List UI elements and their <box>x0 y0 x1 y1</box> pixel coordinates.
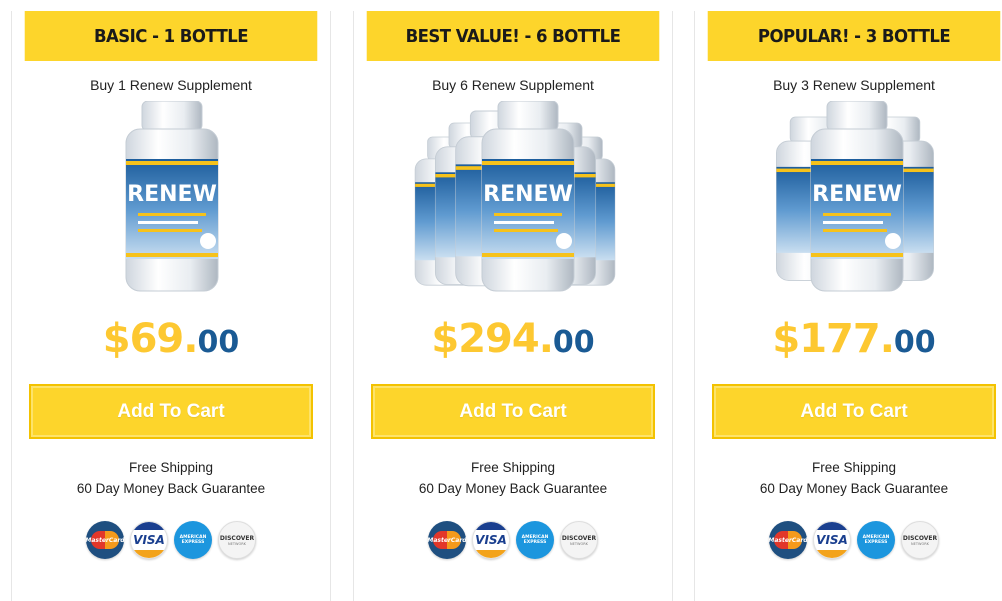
price-dollars: $177. <box>772 316 895 362</box>
visa-label: VISA <box>816 533 848 547</box>
mastercard-label: MasterCard <box>427 531 467 549</box>
shipping-info: Free Shipping 60 Day Money Back Guarante… <box>12 457 330 499</box>
card-subtitle: Buy 3 Renew Supplement <box>773 77 935 93</box>
discover-label: DISCOVER <box>219 534 255 542</box>
mastercard-icon: MasterCard <box>85 521 125 559</box>
mastercard-icon: MasterCard <box>768 521 808 559</box>
mastercard-icon: MasterCard <box>427 521 467 559</box>
bottle-illustration: RENEW <box>125 101 219 292</box>
payment-methods: MasterCard VISA AMERICAN EXPRESS DISCOVE… <box>12 521 330 559</box>
price: $294.00 <box>354 313 672 365</box>
guarantee-text: 60 Day Money Back Guarantee <box>76 481 266 496</box>
discover-label: DISCOVER <box>902 534 938 542</box>
discover-sub-label: NETWORK <box>911 541 929 546</box>
bottle: RENEW <box>125 101 219 292</box>
free-shipping-text: Free Shipping <box>470 460 556 475</box>
discover-icon: DISCOVER NETWORK <box>560 521 598 559</box>
pricing-card-basic: BASIC - 1 BOTTLE Buy 1 Renew Supplement <box>11 11 331 601</box>
payment-methods: MasterCard VISA AMERICAN EXPRESS DISCOVE… <box>354 521 672 559</box>
price: $177.00 <box>695 313 1002 365</box>
visa-icon: VISA <box>813 521 851 559</box>
card-title: BEST VALUE! - 6 BOTTLE <box>366 11 660 61</box>
guarantee-text: 60 Day Money Back Guarantee <box>759 481 949 496</box>
bottles-illustration: RENEW <box>414 101 616 292</box>
discover-sub-label: NETWORK <box>570 541 588 546</box>
product-image-1-bottle: RENEW <box>12 101 330 301</box>
discover-icon: DISCOVER NETWORK <box>901 521 939 559</box>
price-cents: 00 <box>197 325 240 360</box>
amex-icon: AMERICAN EXPRESS <box>857 521 895 559</box>
discover-sub-label: NETWORK <box>228 541 246 546</box>
add-to-cart-button[interactable]: Add To Cart <box>29 384 313 439</box>
visa-icon: VISA <box>130 521 168 559</box>
add-to-cart-button[interactable]: Add To Cart <box>371 384 655 439</box>
card-title: POPULAR! - 3 BOTTLE <box>707 11 1001 61</box>
amex-icon: AMERICAN EXPRESS <box>516 521 554 559</box>
price: $69.00 <box>12 313 330 365</box>
product-image-3-bottles: RENEW <box>695 101 1002 301</box>
discover-label: DISCOVER <box>561 534 597 542</box>
bottle-label-text: RENEW <box>127 182 217 207</box>
bottle-label-text: RENEW <box>812 182 902 207</box>
shipping-info: Free Shipping 60 Day Money Back Guarante… <box>354 457 672 499</box>
bottle-label-text: RENEW <box>483 182 573 207</box>
pricing-card-popular: POPULAR! - 3 BOTTLE Buy 3 Renew Suppleme… <box>694 11 1002 601</box>
bottles-illustration: RENEW <box>776 101 934 292</box>
bottle-front: RENEW <box>810 101 904 292</box>
card-subtitle: Buy 1 Renew Supplement <box>90 77 252 93</box>
free-shipping-text: Free Shipping <box>128 460 214 475</box>
price-dollars: $69. <box>102 316 199 362</box>
visa-label: VISA <box>475 533 507 547</box>
price-cents: 00 <box>552 325 595 360</box>
pricing-card-best-value: BEST VALUE! - 6 BOTTLE Buy 6 Renew Suppl… <box>353 11 673 601</box>
free-shipping-text: Free Shipping <box>811 460 897 475</box>
amex-icon: AMERICAN EXPRESS <box>174 521 212 559</box>
card-subtitle: Buy 6 Renew Supplement <box>432 77 594 93</box>
visa-label: VISA <box>133 533 165 547</box>
price-cents: 00 <box>893 325 936 360</box>
mastercard-label: MasterCard <box>85 531 125 549</box>
payment-methods: MasterCard VISA AMERICAN EXPRESS DISCOVE… <box>695 521 1002 559</box>
shipping-info: Free Shipping 60 Day Money Back Guarante… <box>695 457 1002 499</box>
price-dollars: $294. <box>431 316 554 362</box>
visa-icon: VISA <box>472 521 510 559</box>
guarantee-text: 60 Day Money Back Guarantee <box>418 481 608 496</box>
add-to-cart-button[interactable]: Add To Cart <box>712 384 996 439</box>
discover-icon: DISCOVER NETWORK <box>218 521 256 559</box>
card-title: BASIC - 1 BOTTLE <box>24 11 318 61</box>
bottle-front: RENEW <box>481 101 575 292</box>
mastercard-label: MasterCard <box>768 531 808 549</box>
product-image-6-bottles: RENEW <box>354 101 672 301</box>
